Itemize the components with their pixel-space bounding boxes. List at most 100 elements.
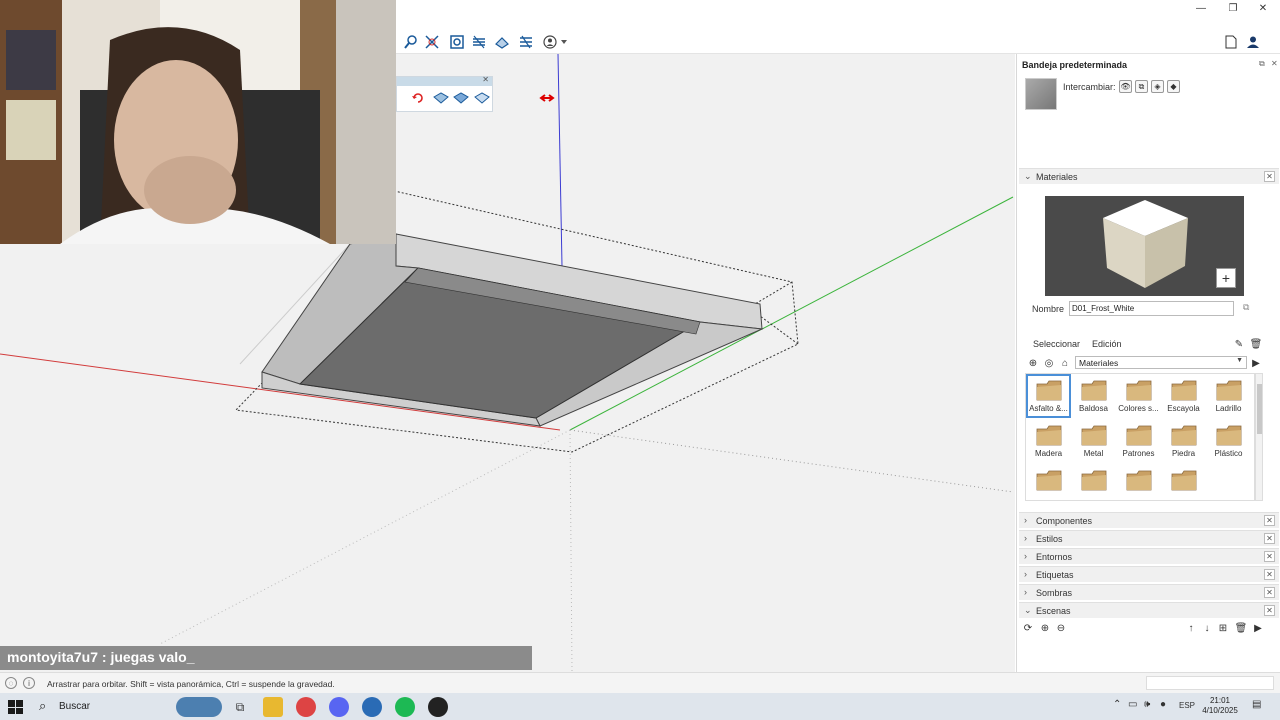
swap-label: Intercambiar: [1063, 82, 1116, 92]
chevron-up-icon[interactable]: ⌃ [1113, 699, 1121, 710]
zoom-extents-icon[interactable] [423, 33, 441, 51]
windows-start-icon[interactable] [6, 698, 24, 716]
chevron-down-icon[interactable] [560, 33, 568, 51]
move-up-icon[interactable]: ↑ [1185, 622, 1197, 634]
grid-scrollbar[interactable] [1255, 373, 1263, 501]
section-plane-icon[interactable] [448, 33, 466, 51]
restore-button[interactable]: ❐ [1218, 0, 1248, 16]
obs-icon[interactable] [428, 697, 448, 717]
close-icon[interactable]: ✕ [482, 75, 489, 84]
taskbar-search[interactable]: Buscar [59, 701, 90, 712]
material-folder-item[interactable]: Ladrillo [1206, 374, 1251, 418]
materials-section-header[interactable]: ⌄ Materiales ✕ [1019, 168, 1279, 184]
copy-icon[interactable]: ⧉ [1135, 80, 1148, 93]
mic-icon[interactable]: ● [1160, 699, 1166, 710]
tray-section-header[interactable]: › Estilos ✕ [1019, 530, 1279, 546]
weather-widget-icon[interactable] [176, 697, 222, 717]
home-icon[interactable]: ⌂ [1059, 357, 1071, 369]
material-folder-item[interactable] [1161, 464, 1206, 500]
material-folder-item[interactable]: Patrones [1116, 419, 1161, 463]
eye-icon[interactable]: 👁 [1119, 80, 1132, 93]
user-icon[interactable] [1244, 33, 1262, 51]
close-icon[interactable]: ✕ [1264, 569, 1275, 580]
material-folder-item[interactable]: Escayola [1161, 374, 1206, 418]
material-folder-item[interactable]: Metal [1071, 419, 1116, 463]
task-view-icon[interactable]: ⧉ [230, 697, 250, 717]
tab-select[interactable]: Seleccionar [1033, 339, 1080, 349]
tray-pin-icon[interactable]: ⧉ [1259, 59, 1265, 69]
floating-toolbar-header[interactable]: ✕ [397, 75, 492, 86]
close-icon[interactable]: ✕ [1264, 171, 1275, 182]
folder-icon [1126, 470, 1152, 491]
material-folder-item[interactable]: Asfalto &... [1026, 374, 1071, 418]
tray-section-header[interactable]: › Sombras ✕ [1019, 584, 1279, 600]
material-folder-item[interactable]: Baldosa [1071, 374, 1116, 418]
battery-icon[interactable]: ▭ [1128, 699, 1137, 710]
tray-close-icon[interactable]: ✕ [1271, 59, 1278, 68]
close-icon[interactable]: ✕ [1264, 515, 1275, 526]
tray-section-header[interactable]: › Componentes ✕ [1019, 512, 1279, 528]
section-cuts-icon[interactable] [493, 33, 511, 51]
library-select[interactable]: Materiales ▼ [1075, 356, 1247, 369]
minimize-button[interactable]: — [1186, 0, 1216, 16]
zoom-icon[interactable] [402, 33, 420, 51]
measurements-box[interactable] [1146, 676, 1274, 690]
material-folder-item[interactable]: Piedra [1161, 419, 1206, 463]
create-material-button[interactable]: + [1216, 268, 1236, 288]
sample-paint-icon[interactable]: ◆ [1167, 80, 1180, 93]
material-folder-item[interactable]: Plástico [1206, 419, 1251, 463]
forward-icon[interactable]: ◎ [1043, 357, 1055, 369]
material-folder-item[interactable] [1116, 464, 1161, 500]
move-down-icon[interactable]: ↓ [1201, 622, 1213, 634]
file-explorer-icon[interactable] [263, 697, 283, 717]
display-secondary-icon[interactable]: ⧉ [1243, 302, 1255, 314]
geolocation-icon[interactable]: ◌ [5, 677, 17, 689]
close-icon[interactable]: ✕ [1264, 605, 1275, 616]
remove-scene-icon[interactable]: ⊖ [1055, 622, 1067, 634]
close-window-button[interactable]: ✕ [1248, 0, 1278, 16]
face-style-icon[interactable] [433, 91, 449, 105]
new-page-icon[interactable] [1222, 33, 1240, 51]
section-fill-icon[interactable] [517, 33, 535, 51]
current-material-swatch[interactable] [1025, 78, 1057, 110]
account-icon[interactable] [542, 33, 560, 51]
search-icon[interactable]: ⌕ [39, 698, 46, 714]
language-indicator[interactable]: ESP [1179, 701, 1195, 710]
close-icon[interactable]: ✕ [1264, 587, 1275, 598]
tray-section-header[interactable]: › Entornos ✕ [1019, 548, 1279, 564]
details-icon[interactable]: ▶ [1250, 357, 1262, 369]
sketchup-icon[interactable] [362, 697, 382, 717]
clock[interactable]: 21:01 4/10/2025 [1198, 696, 1242, 716]
chrome-icon[interactable] [296, 697, 316, 717]
tab-edit[interactable]: Edición [1092, 339, 1122, 349]
material-folder-item[interactable] [1071, 464, 1116, 500]
tray-section-header[interactable]: ⌄ Escenas ✕ [1019, 602, 1279, 618]
notifications-icon[interactable]: ▤ [1252, 699, 1261, 710]
material-folder-item[interactable] [1026, 464, 1071, 500]
details-icon[interactable]: ▶ [1252, 622, 1264, 634]
spotify-icon[interactable] [395, 697, 415, 717]
info-icon[interactable]: i [23, 677, 35, 689]
tray-section-header[interactable]: › Etiquetas ✕ [1019, 566, 1279, 582]
eyedropper-icon[interactable]: ✎ [1233, 338, 1245, 350]
add-scene-icon[interactable]: ⊕ [1039, 622, 1051, 634]
discord-icon[interactable] [329, 697, 349, 717]
face-style-3-icon[interactable] [474, 91, 490, 105]
material-name-field[interactable]: D01_Frost_White [1069, 301, 1234, 316]
trash-icon[interactable]: 🗑 [1235, 622, 1248, 634]
close-icon[interactable]: ✕ [1264, 551, 1275, 562]
rotate-icon[interactable] [411, 91, 425, 105]
material-folder-item[interactable]: Madera [1026, 419, 1071, 463]
face-style-2-icon[interactable] [453, 91, 469, 105]
close-icon[interactable]: ✕ [1264, 533, 1275, 544]
material-folder-item[interactable]: Colores s... [1116, 374, 1161, 418]
trash-icon[interactable]: 🗑 [1250, 338, 1263, 350]
paint-bucket-icon[interactable]: ◈ [1151, 80, 1164, 93]
back-icon[interactable]: ⊕ [1027, 357, 1039, 369]
status-text: Arrastrar para orbitar. Shift = vista pa… [47, 679, 335, 689]
scrollbar-thumb[interactable] [1257, 384, 1262, 434]
refresh-icon[interactable]: ⟳ [1022, 622, 1034, 634]
view-options-icon[interactable]: ⊞ [1217, 622, 1229, 634]
volume-icon[interactable]: 🕪 [1144, 699, 1150, 710]
display-sections-icon[interactable] [470, 33, 488, 51]
